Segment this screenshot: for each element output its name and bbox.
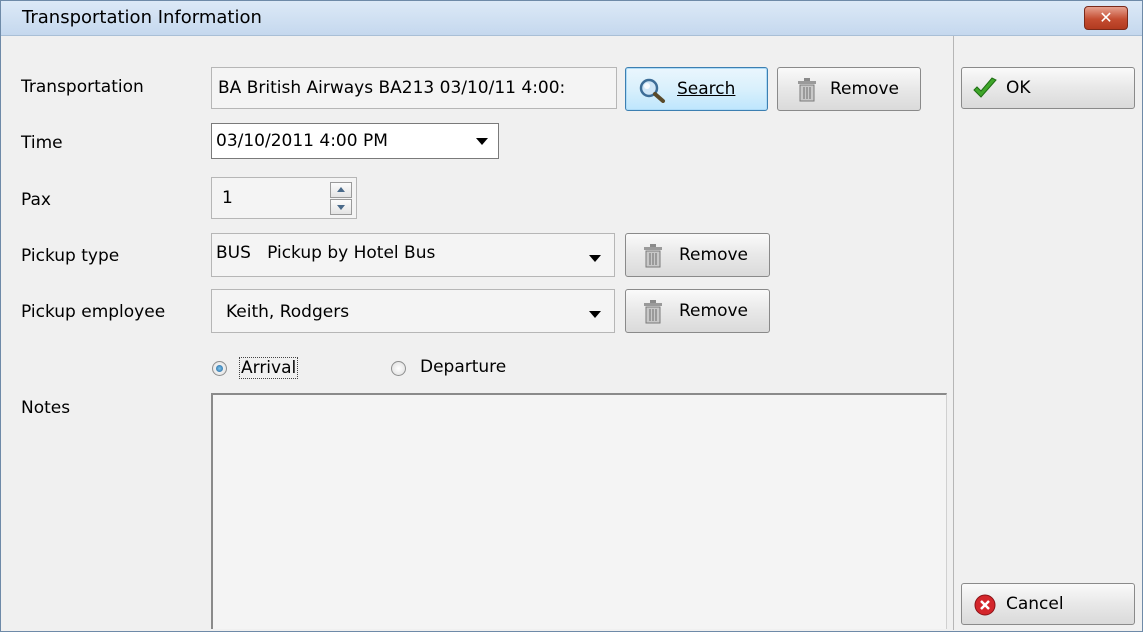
pax-stepper[interactable]: 1 bbox=[211, 177, 357, 219]
title-bar: Transportation Information ✕ bbox=[1, 1, 1142, 36]
transportation-label: Transportation bbox=[21, 77, 144, 97]
chevron-up-icon bbox=[337, 187, 345, 192]
ok-button-label: OK bbox=[1006, 78, 1031, 98]
pickup-type-label: Pickup type bbox=[21, 246, 120, 266]
arrival-radio[interactable] bbox=[212, 361, 227, 376]
pickup-type-select[interactable]: BUS Pickup by Hotel Bus bbox=[211, 233, 615, 277]
notes-textarea[interactable] bbox=[211, 393, 947, 629]
cancel-icon bbox=[974, 594, 996, 616]
remove-transportation-button[interactable]: Remove bbox=[777, 67, 921, 111]
close-button[interactable]: ✕ bbox=[1084, 6, 1128, 30]
pickup-type-value: BUS Pickup by Hotel Bus bbox=[216, 243, 436, 263]
time-value: 03/10/2011 4:00 PM bbox=[216, 131, 388, 151]
notes-label: Notes bbox=[21, 398, 71, 418]
checkmark-icon bbox=[973, 77, 997, 98]
arrival-label[interactable]: Arrival bbox=[239, 357, 299, 379]
departure-radio[interactable] bbox=[391, 361, 406, 376]
transportation-field[interactable]: BA British Airways BA213 03/10/11 4:00: bbox=[211, 67, 617, 109]
chevron-down-icon bbox=[337, 205, 345, 210]
search-button-label: Search bbox=[677, 79, 736, 99]
pax-increment-button[interactable] bbox=[330, 182, 352, 198]
departure-label[interactable]: Departure bbox=[420, 357, 506, 377]
cancel-button-label: Cancel bbox=[1006, 594, 1064, 614]
pax-value: 1 bbox=[222, 188, 233, 208]
chevron-down-icon[interactable] bbox=[589, 311, 601, 318]
remove-pickup-type-button[interactable]: Remove bbox=[625, 233, 770, 277]
pickup-employee-label: Pickup employee bbox=[21, 302, 166, 322]
close-icon: ✕ bbox=[1099, 8, 1113, 27]
trash-icon bbox=[644, 300, 662, 324]
window-title: Transportation Information bbox=[22, 7, 262, 28]
transportation-dialog: Transportation Information ✕ Transportat… bbox=[0, 0, 1143, 632]
cancel-button[interactable]: Cancel bbox=[961, 583, 1135, 625]
trash-icon bbox=[644, 244, 662, 268]
transportation-value: BA British Airways BA213 03/10/11 4:00: bbox=[218, 78, 566, 98]
pax-label: Pax bbox=[21, 190, 51, 210]
remove-employee-label: Remove bbox=[679, 301, 748, 321]
pax-decrement-button[interactable] bbox=[330, 199, 352, 215]
radio-selected-dot bbox=[216, 365, 223, 372]
right-panel-divider bbox=[953, 36, 954, 630]
remove-pickup-type-label: Remove bbox=[679, 245, 748, 265]
pickup-employee-value: Keith, Rodgers bbox=[226, 302, 350, 322]
ok-button[interactable]: OK bbox=[961, 67, 1135, 109]
magnifier-icon bbox=[639, 78, 665, 103]
chevron-down-icon[interactable] bbox=[589, 255, 601, 262]
pickup-employee-select[interactable]: Keith, Rodgers bbox=[211, 289, 615, 333]
trash-icon bbox=[798, 78, 816, 102]
remove-transportation-label: Remove bbox=[830, 79, 899, 99]
remove-employee-button[interactable]: Remove bbox=[625, 289, 770, 333]
chevron-down-icon[interactable] bbox=[476, 138, 488, 145]
time-label: Time bbox=[21, 133, 63, 153]
time-picker[interactable]: 03/10/2011 4:00 PM bbox=[211, 123, 499, 159]
search-button[interactable]: Search bbox=[625, 67, 768, 111]
